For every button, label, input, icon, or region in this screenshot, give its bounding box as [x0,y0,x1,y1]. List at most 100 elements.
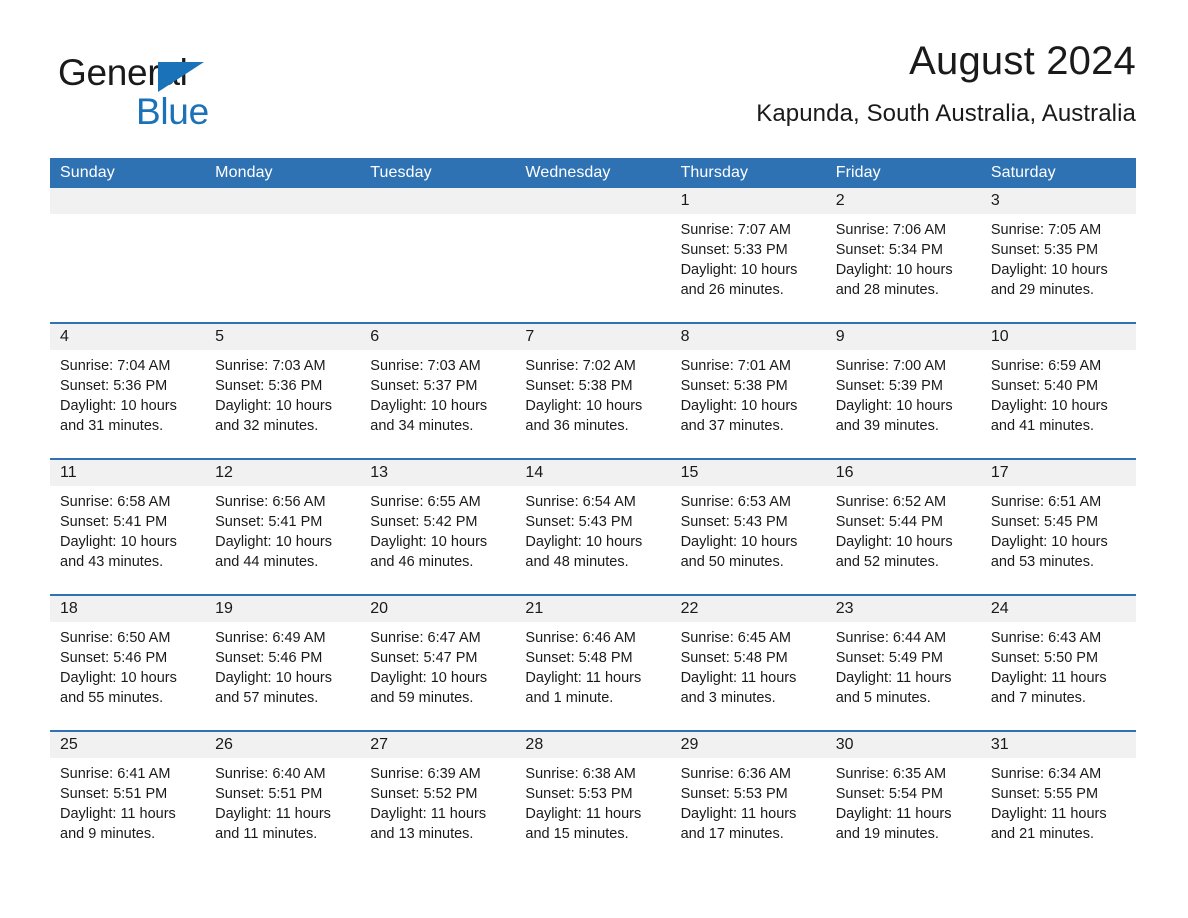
day-details [360,214,515,322]
calendar-day-cell[interactable]: 4 Sunrise: 7:04 AM Sunset: 5:36 PM Daylight… [50,322,206,459]
calendar-day-cell[interactable]: 31 Sunrise: 6:34 AM Sunset: 5:55 PM Dayligh… [980,730,1136,866]
sunrise-text: Sunrise: 6:52 AM [835,494,947,510]
sunset-text: Sunset: 5:41 PM [60,514,168,530]
calendar-day-cell[interactable]: 10 Sunrise: 6:59 AM Sunset: 5:40 PM Dayligh… [980,322,1136,459]
daylight-text: Daylight: 11 hours and 9 minutes. [60,806,176,842]
day-number: 3 [980,188,1136,214]
sunset-text: Sunset: 5:36 PM [215,378,323,394]
calendar-day-cell[interactable]: 28 Sunrise: 6:38 AM Sunset: 5:53 PM Dayligh… [515,730,671,866]
calendar-empty-cell [360,188,516,323]
sunset-text: Sunset: 5:55 PM [990,786,1099,802]
sunrise-text: Sunrise: 6:59 AM [990,358,1102,374]
sunset-text: Sunset: 5:45 PM [990,514,1099,530]
sunset-text: Sunset: 5:51 PM [215,786,323,802]
day-details: Sunrise: 6:43 AM Sunset: 5:50 PM Daylight:… [981,622,1136,730]
sunrise-text: Sunrise: 7:00 AM [835,358,947,374]
sunrise-text: Sunrise: 6:40 AM [215,766,326,782]
calendar-day-cell[interactable]: 5 Sunrise: 7:03 AM Sunset: 5:36 PM Daylight… [205,322,361,459]
daylight-text: Daylight: 10 hours and 44 minutes. [215,534,333,570]
calendar-day-cell[interactable]: 14 Sunrise: 6:54 AM Sunset: 5:43 PM Dayligh… [515,458,671,595]
daylight-text: Daylight: 11 hours and 13 minutes. [370,806,487,842]
calendar-day-cell[interactable]: 30 Sunrise: 6:35 AM Sunset: 5:54 PM Dayligh… [825,730,981,866]
daylight-text: Daylight: 10 hours and 32 minutes. [215,398,333,434]
day-number: 16 [825,460,981,486]
calendar-week-row: 11 Sunrise: 6:58 AM Sunset: 5:41 PM Dayligh… [50,458,1136,595]
day-number: 21 [515,596,671,622]
day-number: 22 [670,596,826,622]
sunrise-text: Sunrise: 6:51 AM [990,494,1102,510]
title-block: August 2024 Kapunda, South Australia, Au… [376,40,1136,128]
sunset-text: Sunset: 5:44 PM [835,514,943,530]
calendar-day-cell[interactable]: 9 Sunrise: 7:00 AM Sunset: 5:39 PM Daylight… [825,322,981,459]
calendar-day-cell[interactable]: 19 Sunrise: 6:49 AM Sunset: 5:46 PM Dayligh… [205,594,361,731]
sunset-text: Sunset: 5:42 PM [370,514,478,530]
calendar-day-cell[interactable]: 29 Sunrise: 6:36 AM Sunset: 5:53 PM Dayligh… [670,730,826,866]
day-details: Sunrise: 6:44 AM Sunset: 5:49 PM Daylight:… [826,622,981,730]
calendar-day-cell[interactable]: 3 Sunrise: 7:05 AM Sunset: 5:35 PM Daylight… [980,188,1136,323]
daylight-text: Daylight: 10 hours and 59 minutes. [370,670,488,706]
calendar-day-cell[interactable]: 6 Sunrise: 7:03 AM Sunset: 5:37 PM Daylight… [360,322,516,459]
calendar-day-cell[interactable]: 26 Sunrise: 6:40 AM Sunset: 5:51 PM Dayligh… [205,730,361,866]
calendar-day-cell[interactable]: 18 Sunrise: 6:50 AM Sunset: 5:46 PM Dayligh… [50,594,206,731]
calendar-day-cell[interactable]: 27 Sunrise: 6:39 AM Sunset: 5:52 PM Dayligh… [360,730,516,866]
calendar-day-cell[interactable]: 17 Sunrise: 6:51 AM Sunset: 5:45 PM Dayligh… [980,458,1136,595]
sunrise-text: Sunrise: 6:49 AM [215,630,326,646]
day-details: Sunrise: 6:52 AM Sunset: 5:44 PM Daylight:… [826,486,981,594]
day-details: Sunrise: 6:59 AM Sunset: 5:40 PM Daylight:… [981,350,1136,458]
sunset-text: Sunset: 5:46 PM [215,650,323,666]
sunrise-text: Sunrise: 6:43 AM [990,630,1102,646]
day-details: Sunrise: 7:03 AM Sunset: 5:36 PM Daylight:… [205,350,360,458]
calendar-day-cell[interactable]: 1 Sunrise: 7:07 AM Sunset: 5:33 PM Daylight… [670,188,826,323]
day-number: 27 [360,732,516,758]
calendar-head: Sunday Monday Tuesday Wednesday Thursday… [50,158,1136,188]
sunrise-text: Sunrise: 6:50 AM [60,630,171,646]
day-number: 26 [205,732,361,758]
day-details: Sunrise: 7:06 AM Sunset: 5:34 PM Daylight:… [826,214,981,322]
sunrise-text: Sunrise: 6:45 AM [680,630,791,646]
calendar-day-cell[interactable]: 22 Sunrise: 6:45 AM Sunset: 5:48 PM Dayligh… [670,594,826,731]
day-number [360,188,516,214]
calendar-day-cell[interactable]: 21 Sunrise: 6:46 AM Sunset: 5:48 PM Dayligh… [515,594,671,731]
sunrise-text: Sunrise: 7:01 AM [680,358,791,374]
calendar-day-cell[interactable]: 15 Sunrise: 6:53 AM Sunset: 5:43 PM Dayligh… [670,458,826,595]
sunrise-text: Sunrise: 6:34 AM [990,766,1102,782]
calendar-day-cell[interactable]: 11 Sunrise: 6:58 AM Sunset: 5:41 PM Dayligh… [50,458,206,595]
day-number: 10 [980,324,1136,350]
day-number: 29 [670,732,826,758]
calendar-day-cell[interactable]: 12 Sunrise: 6:56 AM Sunset: 5:41 PM Dayligh… [205,458,361,595]
day-details [205,214,360,322]
sunrise-text: Sunrise: 6:58 AM [60,494,171,510]
day-number: 1 [670,188,826,214]
weekday-header-friday: Friday [825,158,981,188]
calendar-day-cell[interactable]: 2 Sunrise: 7:06 AM Sunset: 5:34 PM Daylight… [825,188,981,323]
calendar-week-row: 1 Sunrise: 7:07 AM Sunset: 5:33 PM Daylight… [50,188,1136,323]
calendar-day-cell[interactable]: 7 Sunrise: 7:02 AM Sunset: 5:38 PM Daylight… [515,322,671,459]
calendar-empty-cell [205,188,361,323]
month-calendar: Sunday Monday Tuesday Wednesday Thursday… [50,158,1136,866]
calendar-day-cell[interactable]: 20 Sunrise: 6:47 AM Sunset: 5:47 PM Dayligh… [360,594,516,731]
calendar-day-cell[interactable]: 13 Sunrise: 6:55 AM Sunset: 5:42 PM Dayligh… [360,458,516,595]
calendar-day-cell[interactable]: 23 Sunrise: 6:44 AM Sunset: 5:49 PM Dayligh… [825,594,981,731]
day-number: 24 [980,596,1136,622]
day-details: Sunrise: 6:34 AM Sunset: 5:55 PM Daylight:… [981,758,1136,866]
sunrise-text: Sunrise: 6:54 AM [525,494,636,510]
sunrise-text: Sunrise: 6:36 AM [680,766,791,782]
day-number: 23 [825,596,981,622]
day-number: 5 [205,324,361,350]
day-details: Sunrise: 6:55 AM Sunset: 5:42 PM Daylight:… [360,486,515,594]
day-details: Sunrise: 6:40 AM Sunset: 5:51 PM Daylight:… [205,758,360,866]
weekday-header-saturday: Saturday [980,158,1136,188]
day-number: 2 [825,188,981,214]
sunset-text: Sunset: 5:41 PM [215,514,323,530]
calendar-day-cell[interactable]: 24 Sunrise: 6:43 AM Sunset: 5:50 PM Dayligh… [980,594,1136,731]
day-number: 6 [360,324,516,350]
calendar-day-cell[interactable]: 25 Sunrise: 6:41 AM Sunset: 5:51 PM Dayligh… [50,730,206,866]
sunset-text: Sunset: 5:40 PM [990,378,1099,394]
day-details: Sunrise: 6:56 AM Sunset: 5:41 PM Daylight:… [205,486,360,594]
day-number: 31 [980,732,1136,758]
daylight-text: Daylight: 11 hours and 1 minute. [525,670,642,706]
daylight-text: Daylight: 10 hours and 43 minutes. [60,534,177,570]
calendar-day-cell[interactable]: 16 Sunrise: 6:52 AM Sunset: 5:44 PM Dayligh… [825,458,981,595]
calendar-day-cell[interactable]: 8 Sunrise: 7:01 AM Sunset: 5:38 PM Daylight… [670,322,826,459]
day-details [515,214,670,322]
